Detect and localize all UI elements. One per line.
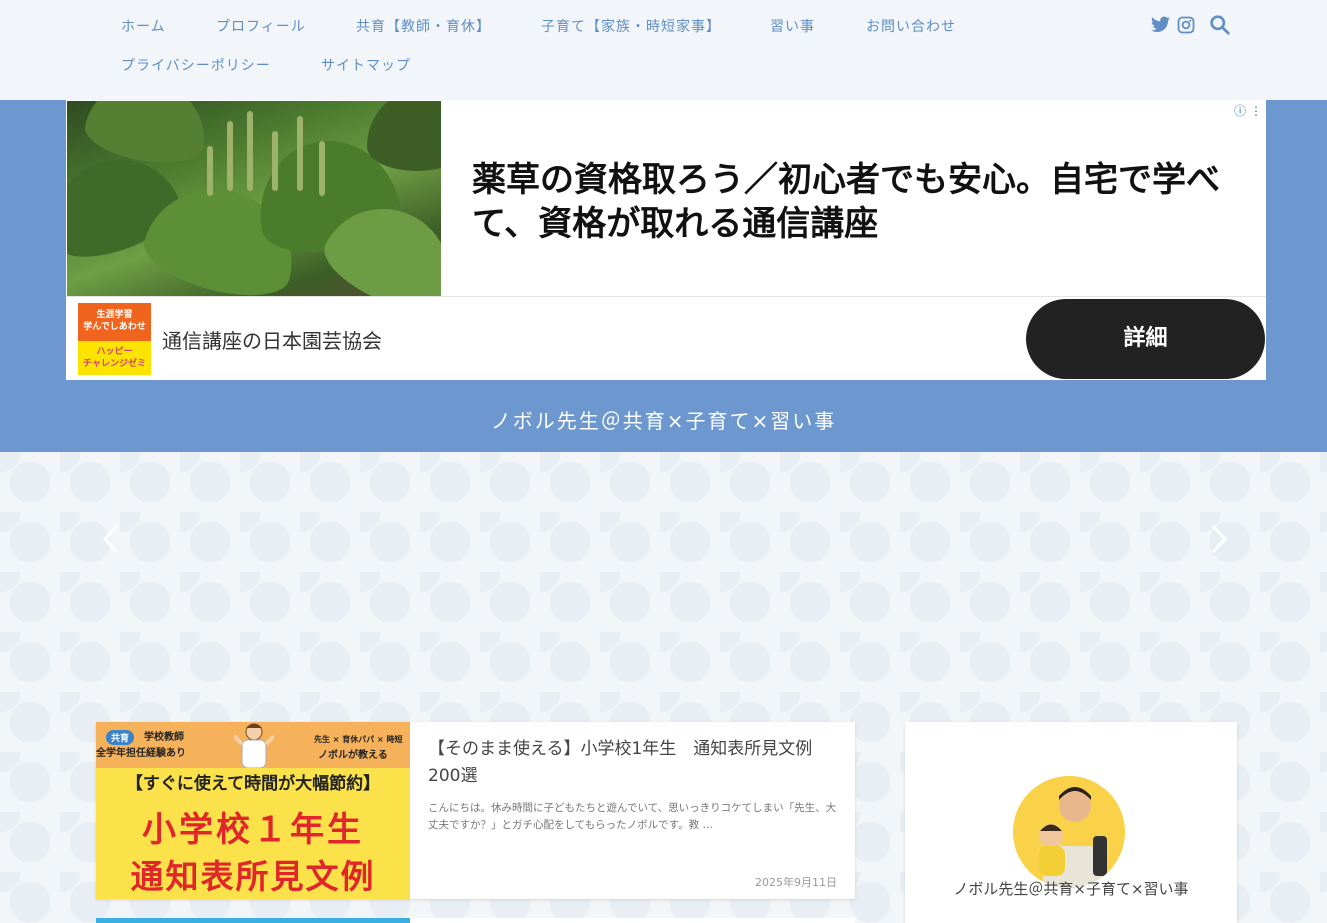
ad-detail-button[interactable]: 詳細 (1026, 299, 1265, 379)
nav-privacy-policy[interactable]: プライバシーポリシー (121, 55, 271, 75)
profile-widget: ノボル先生＠共育×子育て×習い事 (905, 722, 1237, 923)
nav-profile[interactable]: プロフィール (216, 16, 306, 36)
article-card[interactable]: 共育 学校教師 全学年担任経験あり 先生 × 育休パパ × 時短 ノボルが教える… (96, 722, 855, 899)
ad-info-icon[interactable]: ⓘ ⋮ (1234, 102, 1262, 119)
thumbnail-title1: 小学校１年生 (142, 810, 364, 850)
slider-prev-arrow[interactable] (100, 522, 122, 556)
ad-photo (67, 101, 441, 296)
next-article-card[interactable] (96, 918, 855, 923)
article-date: 2025年9月11日 (755, 876, 837, 889)
thumbnail-line1: 学校教師 (144, 732, 184, 743)
nav-home[interactable]: ホーム (121, 16, 166, 36)
thumbnail-right1: 先生 × 育休パパ × 時短 (314, 735, 403, 744)
advertiser-logo: 生涯学習 学んでしあわせ ハッピー チャレンジゼミ (78, 303, 151, 375)
nav-kosodate[interactable]: 子育て【家族・時短家事】 (541, 16, 721, 36)
ad-banner[interactable]: ⓘ ⋮ 薬草の資格取ろう／初心者でも安心。自宅で学べて、資格が取れる通信講座 生… (66, 100, 1266, 380)
nav-naraigoto[interactable]: 習い事 (770, 16, 815, 36)
ad-headline[interactable]: 薬草の資格取ろう／初心者でも安心。自宅で学べて、資格が取れる通信講座 (472, 158, 1232, 246)
thumbnail-title2: 通知表所見文例 (130, 857, 376, 896)
thumbnail-badge: 共育 (106, 730, 135, 745)
search-icon[interactable] (1209, 14, 1230, 35)
global-nav: ホーム プロフィール 共育【教師・育休】 子育て【家族・時短家事】 習い事 お問… (0, 0, 1327, 100)
avatar (1013, 776, 1125, 888)
slider-next-arrow[interactable] (1208, 522, 1230, 556)
advertiser-name[interactable]: 通信講座の日本園芸協会 (162, 325, 382, 354)
article-title[interactable]: 【そのまま使える】小学校1年生 通知表所見文例200選 (428, 736, 838, 790)
next-article-thumbnail-edge (96, 918, 410, 923)
article-excerpt: こんにちは。休み時間に子どもたちと遊んでいて、思いっきりコケてしまい「先生、大丈… (428, 802, 837, 831)
advertiser-logo-bottom: ハッピー チャレンジゼミ (78, 341, 151, 375)
nav-kyouiku[interactable]: 共育【教師・育休】 (356, 16, 491, 36)
thumbnail-header: 共育 学校教師 全学年担任経験あり 先生 × 育休パパ × 時短 ノボルが教える (96, 722, 410, 769)
profile-name[interactable]: ノボル先生＠共育×子育て×習い事 (905, 878, 1237, 899)
thumbnail-right2: ノボルが教える (318, 750, 388, 761)
article-thumbnail[interactable]: 共育 学校教師 全学年担任経験あり 先生 × 育休パパ × 時短 ノボルが教える… (96, 722, 410, 899)
advertiser-logo-top: 生涯学習 学んでしあわせ (78, 303, 151, 341)
thumbnail-banner: 【すぐに使えて時間が大幅節約】 (125, 774, 381, 794)
twitter-icon[interactable] (1151, 16, 1170, 33)
site-title[interactable]: ノボル先生＠共育×子育て×習い事 (0, 405, 1327, 434)
thumbnail-line2: 全学年担任経験あり (96, 748, 186, 759)
nav-contact[interactable]: お問い合わせ (866, 16, 956, 36)
ad-footer: 生涯学習 学んでしあわせ ハッピー チャレンジゼミ 通信講座の日本園芸協会 詳細 (66, 296, 1266, 380)
nav-sitemap[interactable]: サイトマップ (321, 55, 411, 75)
teacher-illustration (232, 722, 276, 769)
instagram-icon[interactable] (1177, 16, 1195, 34)
